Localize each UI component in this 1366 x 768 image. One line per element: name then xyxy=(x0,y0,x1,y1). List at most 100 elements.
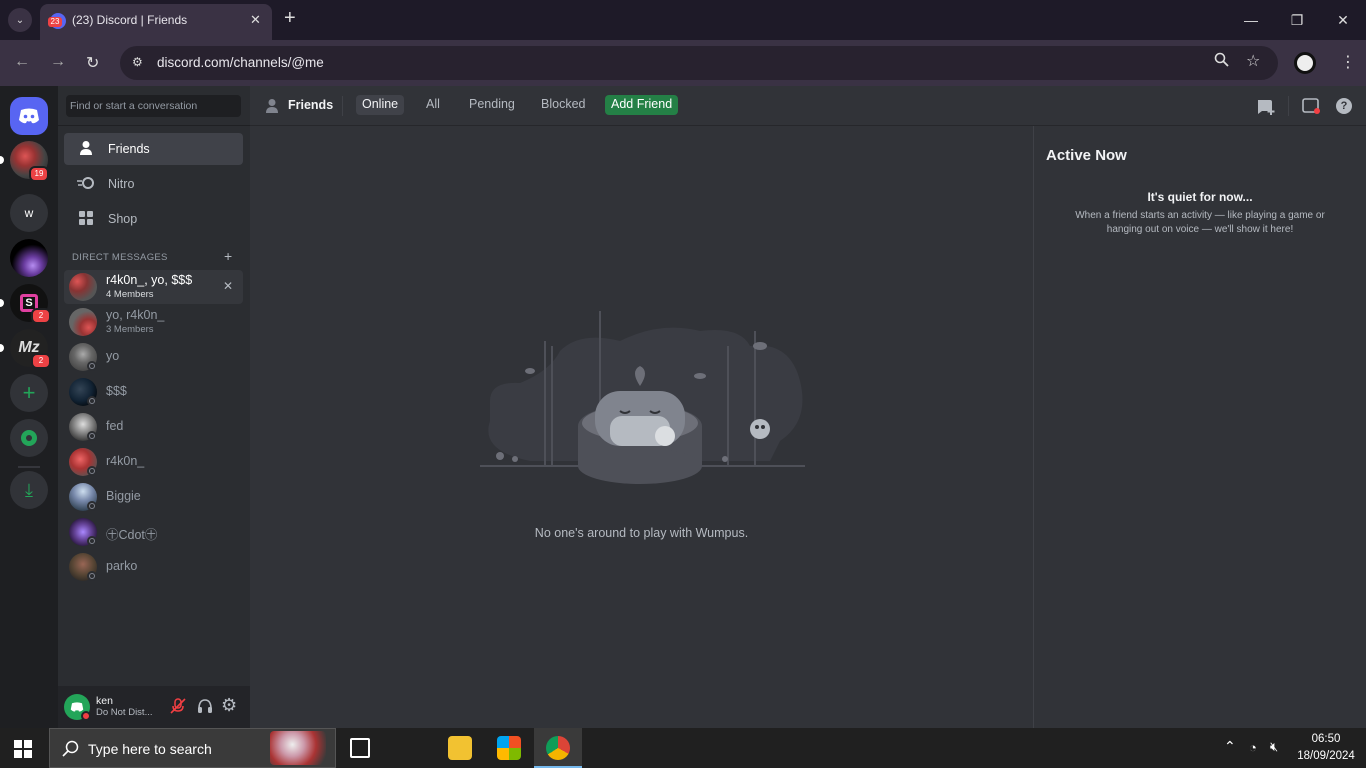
download-apps-button[interactable]: ⤓ xyxy=(10,471,48,509)
divider xyxy=(1288,96,1289,116)
user-panel: ken Do Not Dist... ⚙ xyxy=(58,686,250,728)
shop-icon xyxy=(76,210,96,229)
dm-name: ㊉Cdot㊉ xyxy=(106,528,158,542)
unread-pill xyxy=(0,156,4,164)
task-view-icon[interactable] xyxy=(350,738,370,758)
dm-item[interactable]: parko xyxy=(64,550,243,584)
conversation-search[interactable]: Find or start a conversation xyxy=(66,95,241,117)
close-dm-icon[interactable]: ✕ xyxy=(223,279,233,293)
offline-status-icon xyxy=(87,501,97,511)
minimize-button[interactable]: — xyxy=(1228,0,1274,40)
bookmark-star-icon[interactable]: ☆ xyxy=(1246,51,1260,71)
dm-sidebar: Find or start a conversation Friends Nit… xyxy=(58,86,250,728)
dm-item[interactable]: yo xyxy=(64,340,243,374)
profile-avatar[interactable] xyxy=(1294,52,1316,74)
new-tab-button[interactable]: + xyxy=(284,7,296,30)
add-friend-button[interactable]: Add Friend xyxy=(605,95,679,115)
divider xyxy=(58,125,250,126)
explore-servers-button[interactable] xyxy=(10,419,48,457)
compass-icon xyxy=(21,430,37,446)
server-purple[interactable] xyxy=(10,239,48,277)
quiet-title: It's quiet for now... xyxy=(1147,190,1253,204)
tab-list-button[interactable]: ⌄ xyxy=(8,8,32,32)
dm-item[interactable]: ㊉Cdot㊉ xyxy=(64,515,243,549)
nav-shop-label: Shop xyxy=(108,212,138,226)
address-bar[interactable]: ⚙ discord.com/channels/@me ☆ xyxy=(120,46,1278,80)
clock-time[interactable]: 06:50 xyxy=(1298,733,1354,745)
url-text: discord.com/channels/@me xyxy=(157,55,324,70)
site-info-icon[interactable]: ⚙ xyxy=(132,55,143,69)
notification-badge: 19 xyxy=(29,166,49,182)
quiet-description: When a friend starts an activity — like … xyxy=(1075,210,1325,235)
unread-pill xyxy=(0,344,4,352)
tab-online[interactable]: Online xyxy=(356,95,405,115)
network-icon[interactable]: ◔ xyxy=(1249,740,1257,755)
user-status: Do Not Dist... xyxy=(96,707,153,718)
dm-item[interactable]: yo, r4k0n_ 3 Members xyxy=(64,305,243,339)
dm-members: 3 Members xyxy=(106,324,154,335)
server-list: 19 w S 2 Mz 2 + ⤓ xyxy=(0,86,58,728)
microsoft-store-icon[interactable] xyxy=(497,736,521,760)
offline-status-icon xyxy=(87,466,97,476)
divider xyxy=(342,96,343,116)
tab-all[interactable]: All xyxy=(420,95,446,115)
dm-name: r4k0n_, yo, $$$ xyxy=(106,273,193,287)
taskbar-search[interactable]: Type here to search xyxy=(49,728,336,768)
restore-button[interactable]: ❐ xyxy=(1274,0,1320,40)
nav-shop[interactable]: Shop xyxy=(64,203,243,235)
forward-icon[interactable]: → xyxy=(50,53,66,71)
help-icon[interactable]: ? xyxy=(1336,98,1352,114)
friends-icon xyxy=(264,98,280,119)
inbox-icon[interactable] xyxy=(1302,98,1320,119)
server-w[interactable]: w xyxy=(10,194,48,232)
zoom-icon[interactable] xyxy=(1214,52,1230,68)
new-group-dm-icon[interactable] xyxy=(1256,98,1276,121)
nitro-icon xyxy=(76,176,96,193)
username: ken xyxy=(96,695,113,707)
volume-muted-icon[interactable]: 🔇︎ xyxy=(1270,739,1278,755)
browser-tab[interactable]: 23 (23) Discord | Friends ✕ xyxy=(40,4,272,40)
chrome-taskbar-item[interactable] xyxy=(534,728,582,768)
file-explorer-icon[interactable] xyxy=(448,736,472,760)
windows-start-icon[interactable] xyxy=(14,740,32,763)
reload-icon[interactable]: ↻ xyxy=(86,53,99,73)
settings-gear-icon[interactable]: ⚙ xyxy=(221,695,237,716)
offline-status-icon xyxy=(87,571,97,581)
taskbar-search-placeholder: Type here to search xyxy=(88,741,212,757)
nav-nitro[interactable]: Nitro xyxy=(64,168,243,200)
tab-pending[interactable]: Pending xyxy=(463,95,521,115)
dm-item[interactable]: fed xyxy=(64,410,243,444)
nav-friends[interactable]: Friends xyxy=(64,133,243,165)
create-dm-button[interactable]: + xyxy=(224,248,232,264)
browser-menu-icon[interactable]: ⋮ xyxy=(1340,52,1356,72)
dm-name: parko xyxy=(106,559,138,573)
wumpus-illustration xyxy=(480,311,805,484)
dm-name: yo xyxy=(106,349,120,363)
dm-item[interactable]: Biggie xyxy=(64,480,243,514)
dm-item[interactable]: $$$ xyxy=(64,375,243,409)
tab-title: (23) Discord | Friends xyxy=(72,13,188,27)
dnd-status-icon xyxy=(81,711,91,721)
tab-badge: 23 xyxy=(48,17,62,27)
add-server-button[interactable]: + xyxy=(10,374,48,412)
dm-item[interactable]: r4k0n_, yo, $$$ 4 Members ✕ xyxy=(64,270,243,304)
discord-logo-icon xyxy=(19,108,39,124)
home-button[interactable] xyxy=(10,97,48,135)
headphones-icon[interactable] xyxy=(197,698,213,719)
clock-date[interactable]: 18/09/2024 xyxy=(1294,750,1358,762)
notification-badge: 2 xyxy=(31,353,51,369)
mute-mic-icon[interactable] xyxy=(170,698,186,719)
dm-name: fed xyxy=(106,419,124,433)
active-now-panel: Active Now It's quiet for now... When a … xyxy=(1033,126,1366,728)
nav-nitro-label: Nitro xyxy=(108,177,135,191)
tab-blocked[interactable]: Blocked xyxy=(535,95,591,115)
tab-close-icon[interactable]: ✕ xyxy=(250,12,261,28)
offline-status-icon xyxy=(87,396,97,406)
dm-item[interactable]: r4k0n_ xyxy=(64,445,243,479)
show-hidden-icons[interactable]: ⌃ xyxy=(1224,738,1236,755)
back-icon[interactable]: ← xyxy=(14,53,30,71)
dm-header: DIRECT MESSAGES xyxy=(72,252,168,263)
window-close-button[interactable]: ✕ xyxy=(1320,0,1366,40)
dm-name: yo, r4k0n_ xyxy=(106,308,165,322)
copilot-icon[interactable] xyxy=(399,736,423,760)
